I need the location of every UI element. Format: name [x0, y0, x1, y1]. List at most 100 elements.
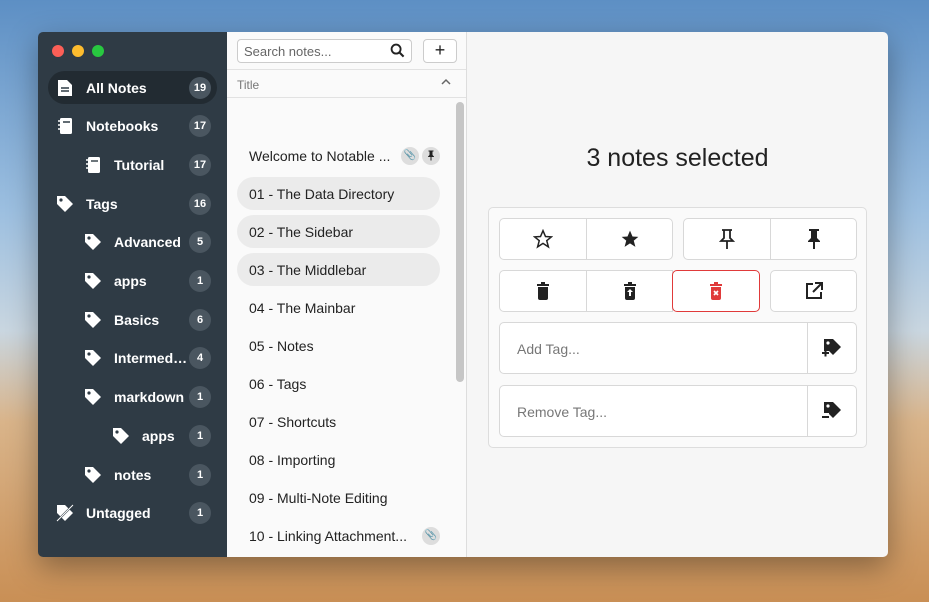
sidebar-item-count: 17: [189, 115, 211, 138]
tag-icon: [84, 466, 102, 484]
sidebar-item-untagged[interactable]: Untagged 1: [48, 497, 217, 530]
attachment-icon: 📎: [401, 146, 419, 165]
note-title: 05 - Notes: [249, 337, 314, 354]
remove-tag-button[interactable]: [807, 386, 856, 436]
note-title: 04 - The Mainbar: [249, 299, 356, 316]
favorite-button[interactable]: [499, 218, 587, 260]
note-list-item[interactable]: 06 - Tags: [237, 367, 440, 400]
column-title: Title: [237, 78, 260, 92]
note-list-item[interactable]: 07 - Shortcuts: [237, 405, 440, 438]
zoom-window-button[interactable]: [92, 45, 104, 57]
sidebar-item-basics[interactable]: Basics 6: [48, 303, 217, 336]
sidebar-item-count: 4: [189, 347, 211, 370]
tag-plus-icon: [822, 339, 841, 357]
sidebar-item-count: 16: [189, 192, 211, 215]
trash-icon: [537, 282, 549, 300]
note-title: 02 - The Sidebar: [249, 223, 354, 240]
notebook-icon: [56, 117, 74, 135]
tag-icon: [56, 195, 74, 213]
multi-note-editor: Add Tag... Remove Tag...: [488, 207, 867, 448]
sidebar-item-allnotes[interactable]: All Notes 19: [48, 71, 217, 104]
tag-icon: [84, 233, 102, 251]
note-list-item[interactable]: 10 - Linking Attachment... 📎: [237, 519, 440, 552]
sidebar-item-markdown[interactable]: markdown 1: [48, 381, 217, 414]
sidebar-item-advanced[interactable]: Advanced 5: [48, 226, 217, 259]
window-controls: [52, 45, 104, 57]
notebook-icon: [84, 156, 102, 174]
sidebar-item-count: 5: [189, 231, 211, 254]
new-note-button[interactable]: +: [423, 39, 457, 63]
note-title: 07 - Shortcuts: [249, 413, 337, 430]
remove-tag-input[interactable]: Remove Tag...: [500, 386, 807, 436]
note-title: Welcome to Notable ...: [249, 147, 391, 164]
star-icon: [621, 230, 638, 247]
note-list-item[interactable]: 04 - The Mainbar: [237, 291, 440, 324]
sidebar-item-apps[interactable]: apps 1: [48, 265, 217, 298]
note-list-item[interactable]: 03 - The Middlebar: [237, 253, 440, 286]
trash-button[interactable]: [499, 270, 587, 312]
column-header-title[interactable]: Title: [227, 69, 466, 98]
sidebar-item-tutorial[interactable]: Tutorial 17: [48, 148, 217, 181]
note-list-item[interactable]: 05 - Notes: [237, 329, 440, 362]
sidebar-item-tags[interactable]: Tags 16: [48, 187, 217, 220]
add-tag-input[interactable]: Add Tag...: [500, 323, 807, 373]
unpin-button[interactable]: [770, 218, 857, 260]
search-input[interactable]: Search notes...: [237, 39, 412, 63]
close-window-button[interactable]: [52, 45, 64, 57]
note-list-item[interactable]: 01 - The Data Directory: [237, 177, 440, 210]
note-title: 06 - Tags: [249, 375, 307, 392]
sidebar-item-notebooks[interactable]: Notebooks 17: [48, 110, 217, 143]
sidebar-item-label: Basics: [114, 311, 160, 328]
tag-icon: [84, 388, 102, 406]
tag-icon: [84, 349, 102, 367]
sidebar-item-label: notes: [114, 466, 152, 483]
note-title: 09 - Multi-Note Editing: [249, 489, 388, 506]
add-tag-button[interactable]: [807, 323, 856, 373]
search-placeholder: Search notes...: [244, 44, 332, 59]
trash-restore-icon: [623, 282, 636, 300]
sidebar-item-apps[interactable]: apps 1: [48, 419, 217, 452]
sidebar-item-label: Intermed…: [114, 350, 188, 367]
tag-icon: [84, 272, 102, 290]
search-icon: [390, 43, 405, 58]
scrollbar[interactable]: [456, 102, 464, 382]
pin-icon: [422, 146, 440, 165]
sidebar-item-label: All Notes: [86, 79, 147, 96]
sidebar-item-label: apps: [114, 273, 147, 289]
tag-icon: [84, 311, 102, 329]
sidebar-item-count: 6: [189, 308, 211, 331]
external-link-icon: [805, 282, 823, 299]
sidebar-item-label: Tags: [86, 195, 118, 212]
unfavorite-button[interactable]: [586, 218, 673, 260]
sidebar-item-label: apps: [142, 427, 175, 444]
sidebar-item-count: 1: [189, 502, 211, 525]
trash-delete-icon: [710, 282, 722, 300]
delete-permanently-button[interactable]: [672, 270, 760, 312]
note-list-item[interactable]: 08 - Importing: [237, 443, 440, 476]
note-list-item[interactable]: Welcome to Notable ... 📎: [237, 139, 440, 172]
remove-tag-field: Remove Tag...: [499, 385, 857, 437]
mainbar: 3 notes selected Add Tag... Remove Tag..…: [467, 32, 888, 557]
star-outline-icon: [533, 229, 553, 249]
pin-outline-icon: [719, 229, 735, 249]
sidebar-item-label: Untagged: [86, 505, 151, 522]
tag-minus-icon: [822, 402, 841, 418]
sidebar-item-count: 1: [189, 386, 211, 409]
note-title: 08 - Importing: [249, 451, 336, 468]
tag-icon: [112, 427, 130, 445]
minimize-window-button[interactable]: [72, 45, 84, 57]
note-list-item[interactable]: 02 - The Sidebar: [237, 215, 440, 248]
sidebar-item-intermed[interactable]: Intermed… 4: [48, 342, 217, 375]
all-notes-icon: [56, 79, 74, 97]
sidebar-item-count: 17: [189, 153, 211, 176]
note-title: 10 - Linking Attachment...: [249, 527, 407, 544]
sidebar-item-notes[interactable]: notes 1: [48, 458, 217, 491]
open-external-button[interactable]: [770, 270, 857, 312]
pin-button[interactable]: [683, 218, 771, 260]
restore-button[interactable]: [586, 270, 673, 312]
note-title: 03 - The Middlebar: [249, 261, 367, 278]
app-window: All Notes 19 Notebooks 17 Tutorial 17 Tags 16 Ad…: [38, 32, 888, 557]
sidebar-item-label: Tutorial: [114, 156, 165, 173]
note-list-item[interactable]: 09 - Multi-Note Editing: [237, 481, 440, 514]
attachment-icon: 📎: [422, 526, 440, 545]
